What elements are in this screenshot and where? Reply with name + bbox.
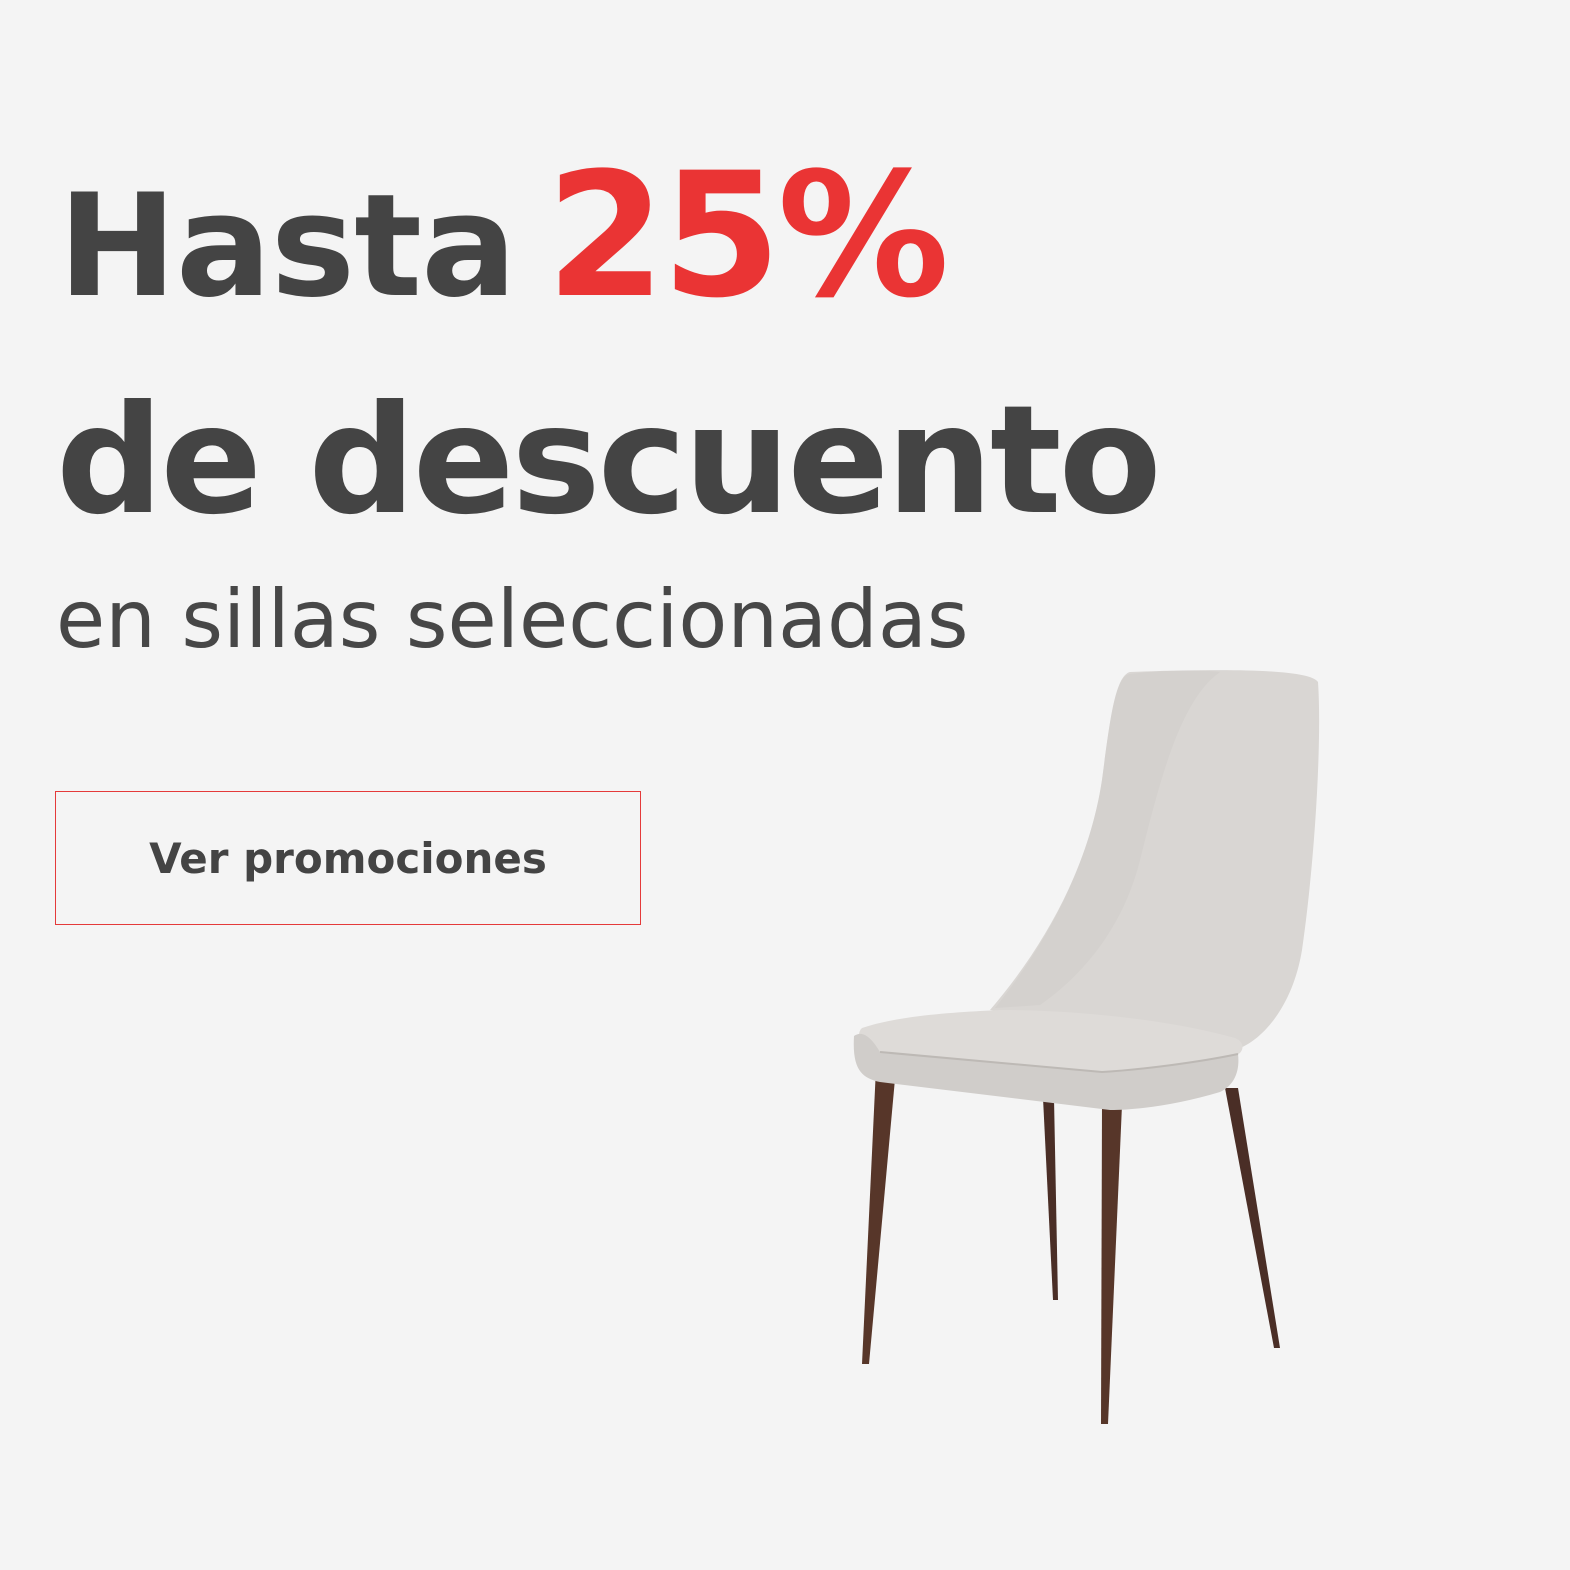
headline-line-1: Hasta 25%: [58, 135, 950, 336]
chair-leg-back-left: [1043, 1098, 1058, 1300]
promo-banner: Hasta 25% de descuento en sillas seleccio…: [0, 0, 1570, 1570]
subheadline: en sillas seleccionadas: [56, 573, 969, 666]
headline-word: Hasta: [58, 164, 517, 329]
chair-leg-front-right: [1101, 1105, 1122, 1424]
view-promotions-label: Ver promociones: [149, 833, 547, 883]
discount-percent: 25%: [545, 135, 950, 336]
chair-leg-back-right: [1225, 1088, 1280, 1348]
chair-image: [853, 670, 1320, 1424]
chair-leg-front-left: [862, 1068, 896, 1364]
headline-line-2: de descuento: [56, 374, 1162, 548]
view-promotions-button[interactable]: Ver promociones: [55, 791, 641, 925]
